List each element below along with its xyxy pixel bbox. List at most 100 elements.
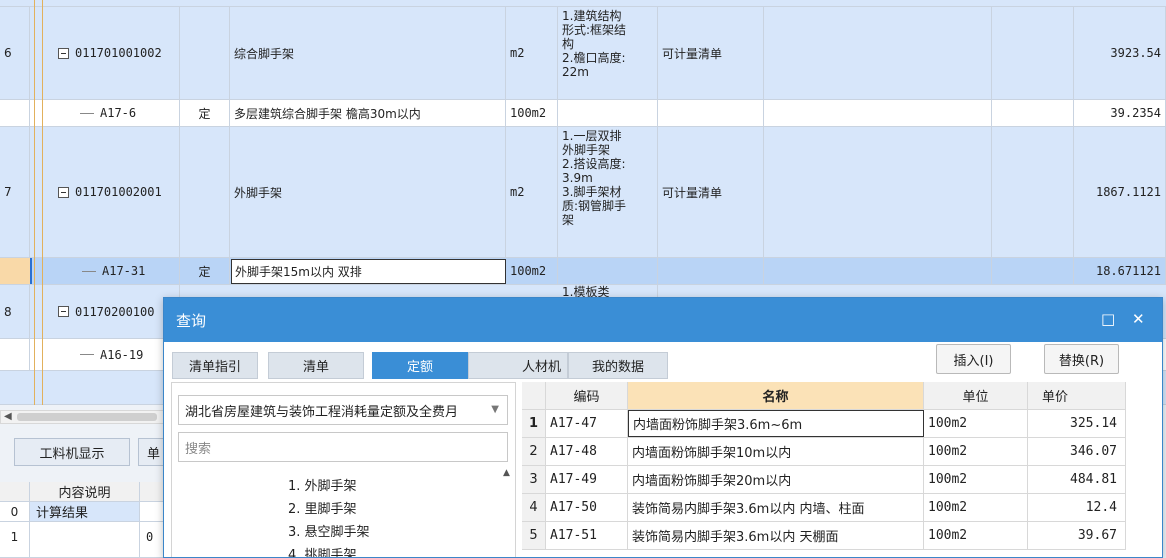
item-code-cell[interactable]: 01170200100 [30,285,180,338]
collapse-icon[interactable] [58,47,69,59]
horizontal-scrollbar[interactable]: ◀ [0,410,170,424]
item-code-cell[interactable]: 011701001002 [30,7,180,99]
dialog-title-bar[interactable]: 查询 [164,298,1162,342]
name-edit-input[interactable]: 外脚手架15m以内 双排 [231,259,506,284]
empty-cell[interactable] [992,127,1074,257]
tab-bill-guide[interactable]: 清单指引 [172,352,258,379]
tree-item[interactable]: 3. 悬空脚手架 [288,521,370,540]
table-row-selected[interactable]: A17-31 定 外脚手架15m以内 双排 100m2 18.671121 [0,258,1166,285]
empty-cell[interactable] [764,7,992,99]
type-cell[interactable]: 定 [180,100,230,126]
name-cell[interactable]: 多层建筑综合脚手架 檐高30m以内 [230,100,506,126]
name-cell[interactable]: 外脚手架 [230,127,506,257]
price-cell[interactable]: 346.07 [1028,438,1126,465]
name-cell[interactable]: 内墙面粉饰脚手架3.6m~6m [628,410,924,437]
table-row[interactable]: 7 011701002001 外脚手架 m2 1.一层双排 外脚手架 2.搭设高… [0,127,1166,258]
bottom-table-row[interactable]: 0 计算结果 [0,502,170,522]
tree-item[interactable]: 2. 里脚手架 [288,498,357,517]
header-unit[interactable]: 单位 [924,382,1028,409]
feature-desc-cell[interactable] [558,100,658,126]
table-row[interactable]: A17-6 定 多层建筑综合脚手架 檐高30m以内 100m2 39.2354 [0,100,1166,127]
quantity-cell[interactable]: 18.671121 [1074,258,1166,284]
quota-library-select[interactable]: 湖北省房屋建筑与装饰工程消耗量定额及全费月 ▼ [178,395,508,425]
collapse-icon[interactable] [58,186,69,198]
empty-cell[interactable] [764,258,992,284]
unit-cell[interactable]: 100m2 [924,522,1028,549]
scope-cell[interactable] [658,100,764,126]
scope-cell[interactable]: 可计量清单 [658,127,764,257]
unit-cell[interactable]: 100m2 [506,258,558,284]
feature-desc-cell[interactable]: 1.一层双排 外脚手架 2.搭设高度: 3.9m 3.脚手架材 质:钢管脚手 架 [558,127,658,257]
feature-desc-cell[interactable]: 1.建筑结构 形式:框架结 构 2.檐口高度: 22m [558,7,658,99]
unit-cell[interactable]: m2 [506,7,558,99]
table-row[interactable]: 5 A17-51 装饰简易内脚手架3.6m以内 天棚面 100m2 39.67 [522,522,1126,550]
maximize-icon[interactable]: □ [1101,310,1115,328]
scope-cell[interactable]: 可计量清单 [658,7,764,99]
feature-desc-cell[interactable] [558,258,658,284]
quantity-cell[interactable]: 3923.54 [1074,7,1166,99]
type-cell[interactable] [180,127,230,257]
vertical-scrollbar[interactable]: ▲ [503,468,513,557]
price-cell[interactable]: 325.14 [1028,410,1126,437]
quantity-cell[interactable]: 1867.1121 [1074,127,1166,257]
unit-cell[interactable]: 100m2 [924,410,1028,437]
header-name[interactable]: 名称 [628,382,924,409]
empty-cell[interactable] [992,100,1074,126]
chevron-down-icon[interactable]: ▼ [491,404,499,415]
empty-cell[interactable] [764,127,992,257]
empty-cell[interactable] [992,258,1074,284]
item-code-cell[interactable]: A17-6 [30,100,180,126]
item-code-cell[interactable]: A16-19 [30,339,180,370]
scroll-up-icon[interactable]: ▲ [503,468,510,478]
name-cell[interactable]: 综合脚手架 [230,7,506,99]
insert-button[interactable]: 插入(I) [936,344,1011,374]
table-row[interactable]: 6 011701001002 综合脚手架 m2 1.建筑结构 形式:框架结 构 … [0,7,1166,100]
scope-cell[interactable] [658,258,764,284]
unit-cell[interactable]: 100m2 [924,494,1028,521]
tab-my-data[interactable]: 我的数据 [568,352,668,379]
header-price[interactable]: 单价 [1028,382,1126,409]
collapse-icon[interactable] [58,306,69,317]
item-code-cell[interactable]: A17-31 [30,258,180,284]
name-cell[interactable]: 内墙面粉饰脚手架20m以内 [628,466,924,493]
code-cell[interactable]: A17-47 [546,410,628,437]
unit-cell[interactable]: m2 [506,127,558,257]
unit-cell[interactable]: 100m2 [924,438,1028,465]
tree-item[interactable]: 4. 挑脚手架 [288,544,357,557]
table-row[interactable]: 1 A17-47 内墙面粉饰脚手架3.6m~6m 100m2 325.14 [522,410,1126,438]
price-cell[interactable]: 12.4 [1028,494,1126,521]
code-cell[interactable]: A17-49 [546,466,628,493]
search-input[interactable]: 搜索 [178,432,508,462]
type-cell[interactable]: 定 [180,258,230,284]
price-cell[interactable]: 484.81 [1028,466,1126,493]
calc-result-label[interactable]: 计算结果 [30,502,140,521]
table-row[interactable]: 4 A17-50 装饰简易内脚手架3.6m以内 内墙、柱面 100m2 12.4 [522,494,1126,522]
close-icon[interactable]: ✕ [1132,310,1145,328]
item-code-cell[interactable]: 011701002001 [30,127,180,257]
tab-labor-material-display[interactable]: 工料机显示 [14,438,130,466]
table-row[interactable]: 2 A17-48 内墙面粉饰脚手架10m以内 100m2 346.07 [522,438,1126,466]
quantity-cell[interactable]: 39.2354 [1074,100,1166,126]
price-cell[interactable]: 39.67 [1028,522,1126,549]
bottom-table-row[interactable]: 1 0 [0,522,170,558]
replace-button[interactable]: 替换(R) [1044,344,1119,374]
name-cell[interactable]: 装饰简易内脚手架3.6m以内 内墙、柱面 [628,494,924,521]
name-cell[interactable]: 装饰简易内脚手架3.6m以内 天棚面 [628,522,924,549]
tab-labor-material-machine[interactable]: 人材机 [468,352,568,379]
unit-cell[interactable]: 100m2 [506,100,558,126]
tab-bill[interactable]: 清单 [268,352,364,379]
code-cell[interactable]: A17-51 [546,522,628,549]
scrollbar-thumb[interactable] [17,413,157,421]
code-cell[interactable]: A17-48 [546,438,628,465]
table-row[interactable]: 3 A17-49 内墙面粉饰脚手架20m以内 100m2 484.81 [522,466,1126,494]
unit-cell[interactable]: 100m2 [924,466,1028,493]
tab-quota[interactable]: 定额 [372,352,468,379]
tree-item[interactable]: 1. 外脚手架 [288,475,357,494]
type-cell[interactable] [180,7,230,99]
empty-cell[interactable] [992,7,1074,99]
scroll-left-icon[interactable]: ◀ [4,411,12,422]
name-cell[interactable]: 内墙面粉饰脚手架10m以内 [628,438,924,465]
header-code[interactable]: 编码 [546,382,628,409]
content-cell[interactable] [30,522,140,557]
empty-cell[interactable] [764,100,992,126]
